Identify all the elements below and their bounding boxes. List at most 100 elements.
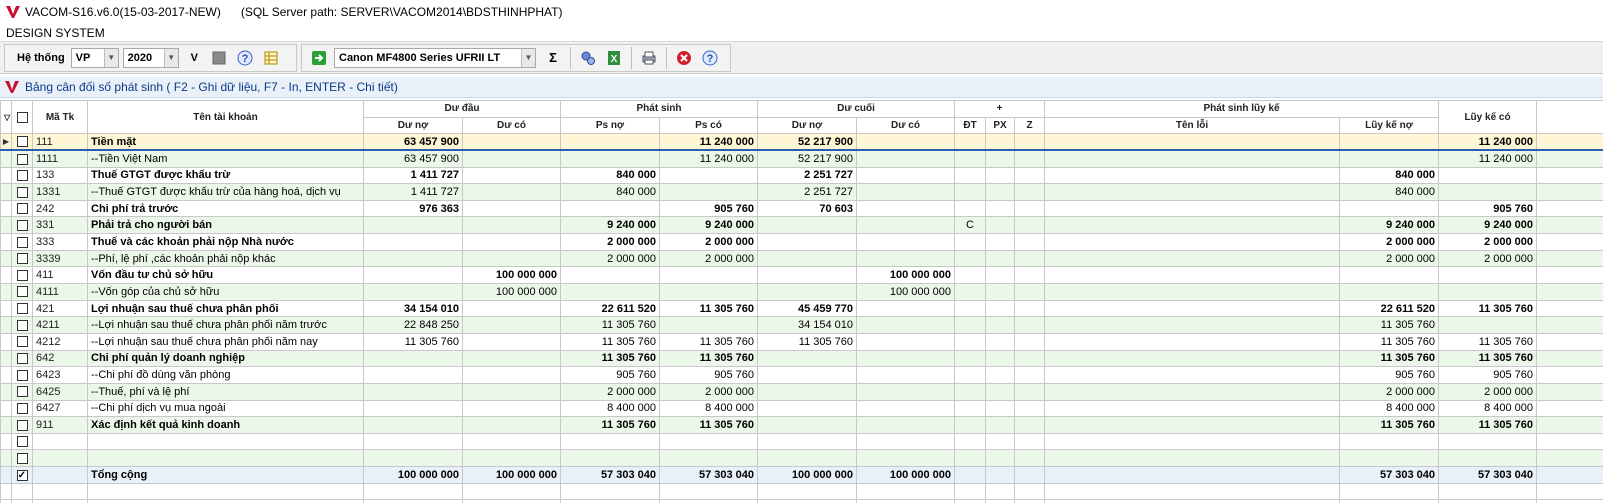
cell-du-co[interactable] bbox=[462, 349, 561, 368]
cell-loi[interactable] bbox=[1044, 283, 1341, 301]
cell-code[interactable]: 6425 bbox=[32, 382, 88, 401]
row-indicator[interactable] bbox=[0, 399, 12, 418]
row-checkbox[interactable] bbox=[11, 382, 33, 401]
cell-lk-no[interactable] bbox=[1339, 199, 1440, 218]
printer-icon[interactable] bbox=[640, 49, 658, 67]
cell-lk-co[interactable]: 11 305 760 bbox=[1438, 416, 1538, 434]
col-header-du-no-cuoi[interactable]: Dư nợ bbox=[757, 116, 858, 135]
row-indicator[interactable] bbox=[0, 299, 12, 318]
cell-name[interactable] bbox=[87, 449, 364, 468]
col-header-du-co-cuoi[interactable]: Dư có bbox=[856, 116, 956, 135]
cell-lk-no[interactable] bbox=[1339, 283, 1440, 301]
cell-px[interactable] bbox=[985, 299, 1016, 318]
cell-dc-co[interactable] bbox=[856, 183, 956, 201]
table-row[interactable]: 6427 --Chi phí dịch vụ mua ngoài 8 400 000… bbox=[0, 399, 1603, 418]
cell-dc-co[interactable] bbox=[856, 233, 956, 251]
cell-loi[interactable] bbox=[1044, 249, 1341, 268]
cell-lk-co[interactable] bbox=[1438, 316, 1538, 334]
cell-du-co[interactable] bbox=[462, 183, 561, 201]
cell-z[interactable] bbox=[1014, 416, 1046, 434]
chevron-down-icon[interactable]: ▼ bbox=[103, 48, 118, 67]
cell-du-no[interactable] bbox=[363, 366, 463, 384]
cell-ps-co[interactable]: 9 240 000 bbox=[658, 216, 759, 235]
table-row[interactable]: 133 Thuế GTGT được khấu trừ 1 411 727 840 0… bbox=[0, 166, 1603, 185]
cell-du-no[interactable] bbox=[363, 216, 463, 235]
chevron-down-icon[interactable]: ▼ bbox=[521, 48, 535, 67]
table-row[interactable]: 1331 --Thuế GTGT được khấu trừ của hàng h… bbox=[0, 183, 1603, 201]
cell-ps-co[interactable]: 11 305 760 bbox=[658, 299, 759, 318]
cell-ps-co[interactable] bbox=[658, 166, 759, 185]
cell-code[interactable]: 331 bbox=[32, 216, 88, 235]
cell-lk-co[interactable]: 905 760 bbox=[1438, 199, 1538, 218]
col-header-z[interactable]: Z bbox=[1014, 116, 1046, 135]
cell-dc-no[interactable] bbox=[757, 216, 858, 235]
cell-du-no[interactable]: 34 154 010 bbox=[363, 299, 463, 318]
cell-ps-co[interactable]: 2 000 000 bbox=[658, 233, 759, 251]
total-checkbox[interactable]: ✓ bbox=[11, 466, 33, 484]
cell-code[interactable]: 4212 bbox=[32, 332, 88, 351]
cell-name[interactable]: Vốn đầu tư chủ sở hữu bbox=[87, 266, 364, 285]
row-checkbox[interactable] bbox=[11, 299, 33, 318]
cell-lk-no[interactable]: 11 305 760 bbox=[1339, 332, 1440, 351]
run-arrow-icon[interactable] bbox=[310, 49, 328, 67]
cell-lk-no[interactable]: 2 000 000 bbox=[1339, 249, 1440, 268]
cell-ps-no[interactable]: 2 000 000 bbox=[560, 249, 660, 268]
cell-code[interactable]: 4111 bbox=[32, 283, 88, 301]
row-indicator[interactable] bbox=[0, 266, 12, 285]
cell-lk-no[interactable] bbox=[1339, 149, 1440, 168]
cell-ps-no[interactable] bbox=[560, 449, 660, 468]
cell-px[interactable] bbox=[985, 432, 1016, 451]
cell-ps-no[interactable]: 9 240 000 bbox=[560, 216, 660, 235]
cell-px[interactable] bbox=[985, 266, 1016, 285]
cell-z[interactable] bbox=[1014, 216, 1046, 235]
cell-code[interactable] bbox=[32, 449, 88, 468]
help-icon[interactable]: ? bbox=[236, 49, 254, 67]
cell-loi[interactable] bbox=[1044, 233, 1341, 251]
cell-ps-no[interactable]: 840 000 bbox=[560, 183, 660, 201]
cell-ps-co[interactable] bbox=[658, 283, 759, 301]
cell-dt[interactable] bbox=[954, 233, 987, 251]
cell-dt[interactable] bbox=[954, 149, 987, 168]
row-checkbox[interactable] bbox=[11, 449, 33, 468]
table-row[interactable]: 333 Thuế và các khoản phải nộp Nhà nước 2 … bbox=[0, 233, 1603, 251]
cell-px[interactable] bbox=[985, 166, 1016, 185]
cell-ps-co[interactable]: 11 305 760 bbox=[658, 349, 759, 368]
cell-px[interactable] bbox=[985, 283, 1016, 301]
cell-name[interactable]: Xác định kết quả kinh doanh bbox=[87, 416, 364, 434]
cell-dc-no[interactable] bbox=[757, 233, 858, 251]
row-checkbox[interactable] bbox=[11, 216, 33, 235]
row-checkbox[interactable] bbox=[11, 416, 33, 434]
cell-dt[interactable] bbox=[954, 166, 987, 185]
cell-ps-no[interactable] bbox=[560, 266, 660, 285]
cell-du-no[interactable]: 11 305 760 bbox=[363, 332, 463, 351]
cell-code[interactable] bbox=[32, 432, 88, 451]
cell-du-no[interactable]: 63 457 900 bbox=[363, 149, 463, 168]
cell-px[interactable] bbox=[985, 249, 1016, 268]
cell-dc-co[interactable] bbox=[856, 149, 956, 168]
row-indicator[interactable] bbox=[0, 216, 12, 235]
cell-code[interactable]: 6427 bbox=[32, 399, 88, 418]
row-checkbox[interactable] bbox=[11, 166, 33, 185]
cell-px[interactable] bbox=[985, 316, 1016, 334]
cell-lk-co[interactable] bbox=[1438, 449, 1538, 468]
row-indicator[interactable] bbox=[0, 449, 12, 468]
cell-ps-no[interactable]: 2 000 000 bbox=[560, 382, 660, 401]
cell-dt[interactable] bbox=[954, 332, 987, 351]
cell-dc-no[interactable]: 45 459 770 bbox=[757, 299, 858, 318]
cell-du-no[interactable] bbox=[363, 416, 463, 434]
cell-du-no[interactable] bbox=[363, 399, 463, 418]
col-header-luy-ke-no[interactable]: Lũy kế nợ bbox=[1339, 116, 1440, 135]
cell-lk-co[interactable]: 11 305 760 bbox=[1438, 349, 1538, 368]
cell-name[interactable]: --Thuế, phí và lệ phí bbox=[87, 382, 364, 401]
cell-loi[interactable] bbox=[1044, 266, 1341, 285]
cell-ps-no[interactable]: 8 400 000 bbox=[560, 399, 660, 418]
cell-code[interactable]: 133 bbox=[32, 166, 88, 185]
col-header-luy-ke-co[interactable]: Lũy kế có bbox=[1438, 100, 1538, 135]
cell-ps-no[interactable]: 11 305 760 bbox=[560, 416, 660, 434]
cell-dc-co[interactable] bbox=[856, 416, 956, 434]
cell-dc-co[interactable] bbox=[856, 349, 956, 368]
col-header-ten-loi[interactable]: Tên lỗi bbox=[1044, 116, 1341, 135]
cell-du-co[interactable] bbox=[462, 316, 561, 334]
cell-lk-co[interactable]: 8 400 000 bbox=[1438, 399, 1538, 418]
table-row[interactable]: ▶ 111 Tiền mặt 63 457 900 11 240 000 52 217 9… bbox=[0, 133, 1603, 152]
